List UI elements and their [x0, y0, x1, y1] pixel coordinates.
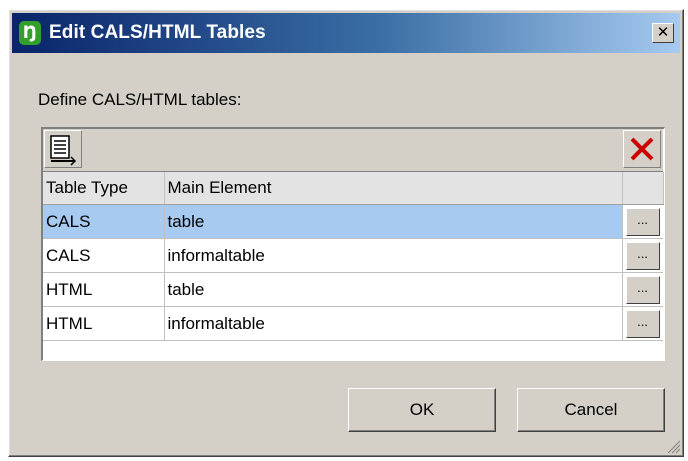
cell-table-type[interactable]: CALS: [43, 238, 165, 273]
column-header-main-element[interactable]: Main Element: [164, 172, 623, 205]
cell-main-element[interactable]: informaltable: [164, 238, 623, 273]
edit-row-button[interactable]: ...: [625, 309, 660, 338]
ok-button[interactable]: OK: [348, 388, 496, 432]
append-row-button[interactable]: [44, 130, 82, 168]
cell-table-type[interactable]: HTML: [43, 306, 165, 341]
close-button[interactable]: ✕: [652, 23, 674, 43]
table-row[interactable]: HTML informaltable ...: [43, 306, 663, 341]
cell-main-element[interactable]: informaltable: [164, 306, 623, 341]
app-icon: Ŋ: [19, 21, 41, 45]
window-title: Edit CALS/HTML Tables: [49, 22, 266, 43]
resize-grip-icon[interactable]: [665, 438, 681, 454]
close-icon: ✕: [656, 23, 670, 41]
cell-table-type[interactable]: HTML: [43, 272, 165, 307]
append-row-icon: [50, 135, 77, 166]
column-header-blank: [622, 172, 664, 205]
cell-main-element[interactable]: table: [164, 204, 623, 239]
column-header-table-type[interactable]: Table Type: [43, 172, 165, 205]
tables-panel: Table Type Main Element CALS table ... C…: [41, 127, 665, 361]
title-bar[interactable]: Ŋ Edit CALS/HTML Tables ✕: [12, 13, 680, 53]
cancel-button[interactable]: Cancel: [517, 388, 665, 432]
table-row[interactable]: HTML table ...: [43, 272, 663, 307]
cell-table-type[interactable]: CALS: [43, 204, 165, 239]
edit-tables-dialog: Ŋ Edit CALS/HTML Tables ✕ Define CALS/HT…: [8, 9, 684, 457]
table-toolbar: [43, 129, 663, 172]
edit-row-button[interactable]: ...: [625, 275, 660, 304]
grid-header-row: Table Type Main Element: [43, 172, 664, 205]
edit-row-button[interactable]: ...: [625, 207, 660, 236]
tables-grid: Table Type Main Element CALS table ... C…: [43, 172, 664, 341]
cell-main-element[interactable]: table: [164, 272, 623, 307]
delete-icon: [630, 137, 654, 161]
table-row[interactable]: CALS informaltable ...: [43, 238, 663, 273]
table-row[interactable]: CALS table ...: [43, 204, 663, 239]
prompt-label: Define CALS/HTML tables:: [38, 90, 242, 109]
delete-row-button[interactable]: [623, 130, 661, 168]
edit-row-button[interactable]: ...: [625, 241, 660, 270]
